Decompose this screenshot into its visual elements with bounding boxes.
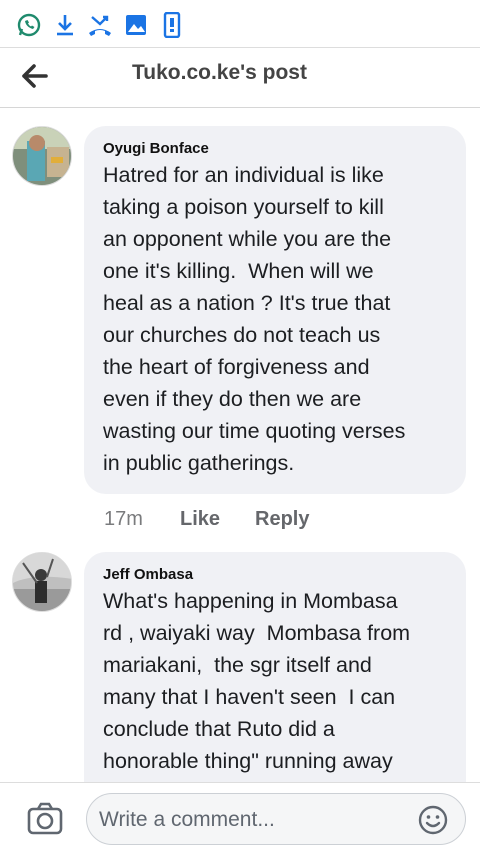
back-arrow-icon[interactable]	[18, 56, 58, 96]
comment-timestamp: 17m	[104, 508, 143, 530]
comment-bubble: Oyugi Bonface Hatred for an individual i…	[84, 126, 466, 494]
status-bar	[0, 0, 480, 48]
download-icon	[57, 15, 73, 36]
commenter-name[interactable]: Oyugi Bonface	[103, 140, 448, 157]
avatar[interactable]	[12, 552, 72, 612]
avatar[interactable]	[12, 126, 72, 186]
comment-text: Hatred for an individual is like taking …	[103, 163, 406, 475]
image-icon	[126, 15, 146, 35]
post-header: Tuko.co.ke's post	[0, 48, 480, 108]
like-button[interactable]: Like	[180, 508, 220, 531]
whatsapp-icon	[17, 13, 41, 37]
camera-icon[interactable]	[26, 801, 64, 837]
phone-notification-icon	[163, 12, 181, 38]
comment-bubble: Jeff Ombasa What's happening in Mombasa …	[84, 552, 466, 812]
reply-button[interactable]: Reply	[255, 508, 309, 531]
emoji-icon[interactable]	[417, 804, 449, 836]
comment-composer: Write a comment...	[0, 782, 480, 854]
missed-call-icon	[89, 15, 111, 36]
commenter-name[interactable]: Jeff Ombasa	[103, 566, 448, 583]
comment-text: What's happening in Mombasa rd , waiyaki…	[103, 589, 411, 773]
comment-input-placeholder: Write a comment...	[99, 808, 275, 831]
page-title: Tuko.co.ke's post	[132, 61, 307, 84]
comment-input[interactable]: Write a comment...	[86, 793, 466, 845]
